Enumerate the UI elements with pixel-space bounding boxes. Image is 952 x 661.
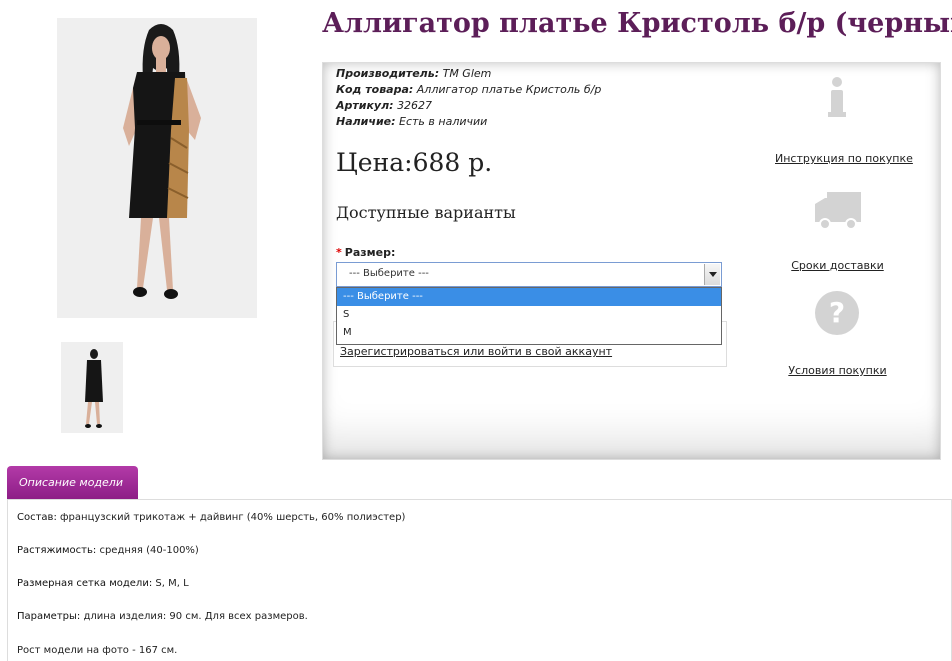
truck-icon[interactable]	[813, 188, 863, 236]
sku-label: Артикул:	[336, 99, 394, 112]
product-title: Аллигатор платье Кристоль б/р (черный)	[322, 8, 952, 39]
description-panel: Состав: французский трикотаж + дайвинг (…	[7, 499, 952, 661]
svg-text:?: ?	[829, 296, 845, 329]
size-select-value: --- Выберите ---	[349, 268, 429, 279]
description-line: Состав: французский трикотаж + дайвинг (…	[17, 512, 405, 523]
size-select[interactable]: --- Выберите ---	[336, 262, 722, 287]
sku-row: Артикул: 32627	[336, 98, 601, 114]
product-price: Цена:688 р.	[336, 148, 493, 177]
stock-value: Есть в наличии	[399, 115, 488, 128]
chevron-down-icon[interactable]	[704, 264, 720, 285]
stock-row: Наличие: Есть в наличии	[336, 114, 601, 130]
product-meta: Производитель: TM Glem Код товара: Аллиг…	[336, 66, 601, 130]
description-value: Рост модели на фото - 167 см.	[17, 645, 178, 656]
product-info-panel: Производитель: TM Glem Код товара: Аллиг…	[322, 62, 941, 460]
description-value: S, M, L	[152, 578, 189, 589]
manufacturer-value: TM Glem	[442, 67, 492, 80]
required-mark: *	[336, 246, 342, 259]
terms-service[interactable]: Условия покупки	[775, 364, 900, 377]
tab-description-label: Описание модели	[19, 476, 123, 489]
question-icon[interactable]: ?	[814, 290, 860, 340]
description-value: средняя (40-100%)	[96, 545, 199, 556]
manufacturer-label: Производитель:	[336, 67, 440, 80]
code-label: Код товара:	[336, 83, 414, 96]
size-option[interactable]: M	[337, 324, 721, 342]
code-value: Аллигатор платье Кристоль б/р	[416, 83, 602, 96]
description-label: Размерная сетка модели:	[17, 578, 153, 589]
size-option[interactable]: S	[337, 306, 721, 324]
description-value: длина изделия: 90 см. Для всех размеров.	[80, 611, 308, 622]
product-thumbnail[interactable]	[61, 342, 123, 433]
instructions-link[interactable]: Инструкция по покупке	[775, 152, 913, 165]
description-label: Растяжимость:	[17, 545, 97, 556]
size-dropdown[interactable]: --- Выберите --- S M	[336, 287, 722, 345]
variants-heading: Доступные варианты	[336, 203, 516, 222]
size-label-text: Размер:	[344, 246, 396, 259]
terms-link[interactable]: Условия покупки	[775, 364, 900, 377]
manufacturer-row: Производитель: TM Glem	[336, 66, 601, 82]
product-main-image[interactable]	[57, 18, 257, 318]
size-option[interactable]: --- Выберите ---	[337, 288, 721, 306]
delivery-service[interactable]: Сроки доставки	[775, 259, 900, 272]
description-label: Состав:	[17, 512, 57, 523]
description-line: Размерная сетка модели: S, M, L	[17, 578, 189, 589]
instructions-service[interactable]: Инструкция по покупке	[775, 152, 913, 165]
description-label: Параметры:	[17, 611, 81, 622]
size-label: * Размер:	[336, 246, 395, 259]
info-icon[interactable]	[822, 76, 852, 124]
description-value: французский трикотаж + дайвинг (40% шерс…	[56, 512, 406, 523]
login-link[interactable]: Зарегистрироваться или войти в свой акка…	[340, 345, 612, 358]
sku-value: 32627	[397, 99, 433, 112]
description-line: Параметры: длина изделия: 90 см. Для все…	[17, 611, 308, 622]
delivery-link[interactable]: Сроки доставки	[775, 259, 900, 272]
code-row: Код товара: Аллигатор платье Кристоль б/…	[336, 82, 601, 98]
description-line: Растяжимость: средняя (40-100%)	[17, 545, 199, 556]
description-line: Рост модели на фото - 167 см.	[17, 645, 177, 656]
stock-label: Наличие:	[336, 115, 396, 128]
tab-description[interactable]: Описание модели	[7, 466, 138, 499]
